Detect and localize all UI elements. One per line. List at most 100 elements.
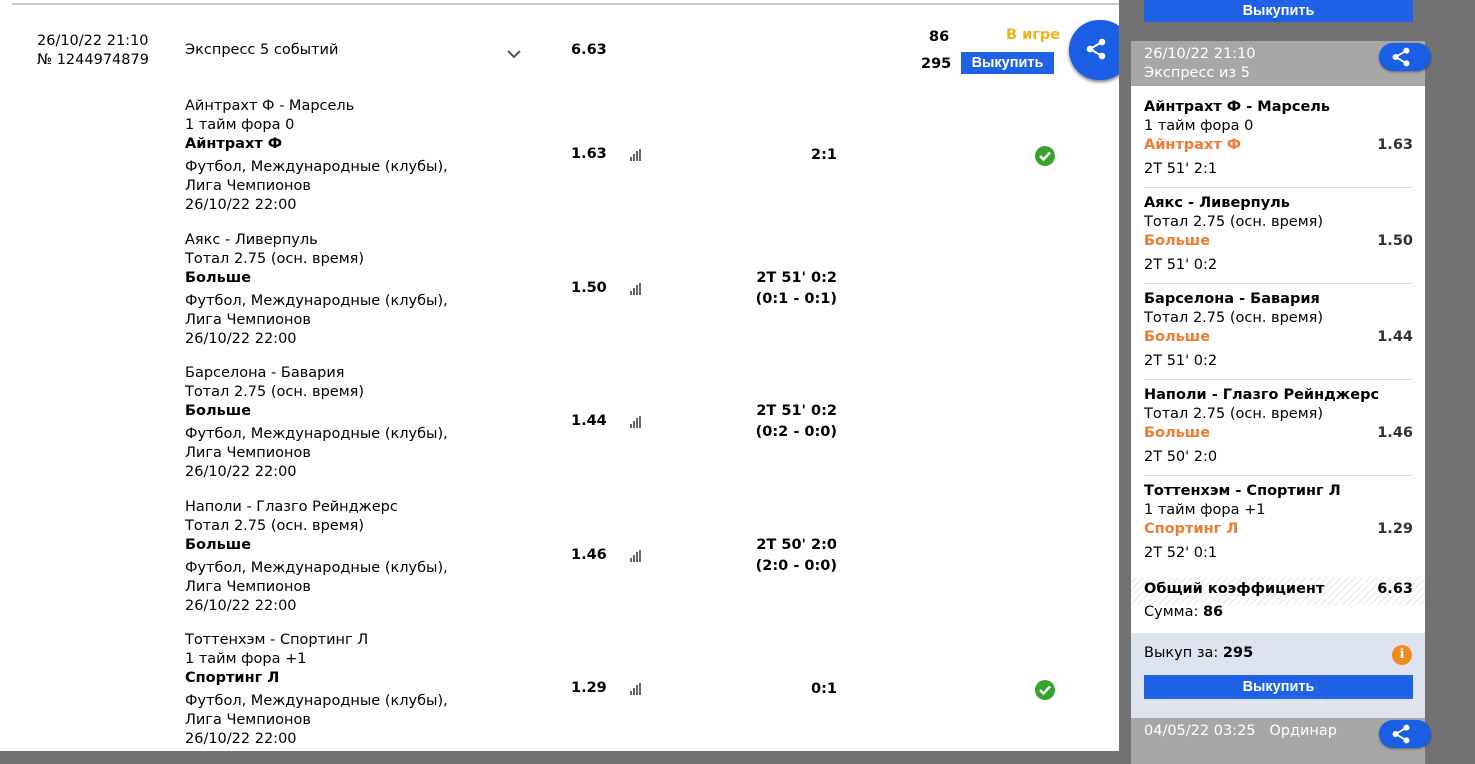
event-score-halves: (0:2 - 0:0) bbox=[755, 424, 837, 440]
next-card-datetime: 04/05/22 03:25 bbox=[1144, 723, 1256, 739]
leg-market: Тотал 2.75 (осн. время) bbox=[1144, 310, 1324, 326]
leg-odd: 1.63 bbox=[1377, 137, 1413, 153]
event-odd: 1.63 bbox=[571, 146, 607, 162]
event-market: Тотал 2.75 (осн. время) bbox=[185, 518, 365, 534]
leg-market: Тотал 2.75 (осн. время) bbox=[1144, 214, 1324, 230]
event-odd: 1.44 bbox=[571, 413, 607, 429]
event-date: 26/10/22 22:00 bbox=[185, 598, 297, 614]
buyout-area: Выкуп за: 295 i Выкупить bbox=[1131, 633, 1425, 718]
share-icon bbox=[1392, 47, 1410, 67]
share-button[interactable] bbox=[1069, 20, 1119, 80]
event-league: Футбол, Международные (клубы), bbox=[185, 693, 448, 709]
leg-match: Тоттенхэм - Спортинг Л bbox=[1144, 483, 1341, 499]
event-score: 2:1 bbox=[811, 145, 837, 166]
card-body: Айнтрахт Ф - Марсель 1 тайм фора 0 Айнтрах… bbox=[1131, 86, 1425, 633]
bet-number: № 1244974879 bbox=[37, 52, 149, 68]
event-odd: 1.50 bbox=[571, 280, 607, 296]
event-pick: Айнтрахт Ф bbox=[185, 136, 283, 152]
event-market: Тотал 2.75 (осн. время) bbox=[185, 251, 365, 267]
event-item: Наполи - Глазго Рейнджерс Тотал 2.75 (осн… bbox=[185, 498, 448, 616]
event-pick: Больше bbox=[185, 403, 252, 419]
event-market: 1 тайм фора 0 bbox=[185, 117, 295, 133]
leg-odd: 1.46 bbox=[1377, 425, 1413, 441]
check-icon bbox=[1035, 146, 1055, 166]
event-score-live: 2Т 50' 2:0 bbox=[756, 537, 837, 553]
leg-live-score: 2Т 51' 0:2 bbox=[1144, 257, 1218, 273]
slip-leg: Наполи - Глазго Рейнджерс Тотал 2.75 (осн… bbox=[1144, 386, 1413, 476]
leg-pick: Спортинг Л bbox=[1144, 521, 1239, 537]
event-score-final: 2:1 bbox=[811, 147, 837, 163]
leg-match: Айнтрахт Ф - Марсель bbox=[1144, 99, 1331, 115]
event-score-live: 2Т 51' 0:2 bbox=[756, 403, 837, 419]
slip-leg: Аякс - Ливерпуль Тотал 2.75 (осн. время) Б… bbox=[1144, 194, 1413, 284]
event-match: Наполи - Глазго Рейнджерс bbox=[185, 499, 398, 515]
event-score-final: 0:1 bbox=[811, 681, 837, 697]
leg-match: Наполи - Глазго Рейнджерс bbox=[1144, 387, 1380, 403]
card-datetime: 26/10/22 21:10 bbox=[1144, 46, 1256, 62]
buyout-for-label: Выкуп за: bbox=[1144, 645, 1219, 661]
event-odd: 1.29 bbox=[571, 680, 607, 696]
share-icon bbox=[1086, 38, 1106, 60]
leg-market: 1 тайм фора 0 bbox=[1144, 118, 1254, 134]
buyout-button[interactable]: Выкупить bbox=[961, 52, 1054, 74]
event-tournament: Лига Чемпионов bbox=[185, 312, 311, 328]
event-score-halves: (0:1 - 0:1) bbox=[755, 291, 837, 307]
event-score: 0:1 bbox=[811, 679, 837, 700]
bet-slip-panel: Выкупить 26/10/22 21:10 Экспресс из 5 Ай… bbox=[1131, 0, 1431, 764]
event-market: Тотал 2.75 (осн. время) bbox=[185, 384, 365, 400]
event-league: Футбол, Международные (клубы), bbox=[185, 426, 448, 442]
top-buyout-button[interactable]: Выкупить bbox=[1144, 0, 1413, 22]
bet-stake: 86 bbox=[929, 29, 950, 45]
event-match: Айнтрахт Ф - Марсель bbox=[185, 98, 355, 114]
event-pick: Спортинг Л bbox=[185, 670, 280, 686]
card-share-button[interactable] bbox=[1379, 43, 1431, 71]
leg-pick: Больше bbox=[1144, 329, 1211, 345]
next-card-header[interactable]: 04/05/22 03:25 Ординар bbox=[1131, 718, 1431, 764]
panel-buyout-button[interactable]: Выкупить bbox=[1144, 675, 1413, 699]
event-score-live: 2Т 51' 0:2 bbox=[756, 270, 837, 286]
bet-datetime: 26/10/22 21:10 bbox=[37, 33, 149, 49]
check-icon bbox=[1035, 680, 1055, 700]
event-item: Тоттенхэм - Спортинг Л 1 тайм фора +1 Спор… bbox=[185, 631, 448, 749]
leg-pick: Айнтрахт Ф bbox=[1144, 137, 1242, 153]
sum-value: 86 bbox=[1202, 604, 1224, 620]
leg-live-score: 2Т 51' 0:2 bbox=[1144, 353, 1218, 369]
stats-icon[interactable] bbox=[630, 550, 644, 562]
status-badge: В игре bbox=[1006, 27, 1061, 43]
top-divider bbox=[12, 3, 1119, 5]
bet-payout: 295 bbox=[921, 56, 952, 72]
event-league: Футбол, Международные (клубы), bbox=[185, 159, 448, 175]
event-score: 2Т 51' 0:2 (0:1 - 0:1) bbox=[756, 268, 837, 310]
stats-icon[interactable] bbox=[630, 683, 644, 695]
share-icon bbox=[1392, 724, 1410, 744]
total-odd-row: Общий коэффициент 6.63 bbox=[1131, 577, 1425, 605]
event-pick: Больше bbox=[185, 270, 252, 286]
info-icon[interactable]: i bbox=[1392, 645, 1412, 665]
slip-leg: Барселона - Бавария Тотал 2.75 (осн. врем… bbox=[1144, 290, 1413, 380]
bet-history-main: 26/10/22 21:10 № 1244974879 Экспресс 5 с… bbox=[0, 0, 1119, 751]
slip-leg: Айнтрахт Ф - Марсель 1 тайм фора 0 Айнтрах… bbox=[1144, 98, 1413, 188]
stats-icon[interactable] bbox=[630, 149, 644, 161]
event-tournament: Лига Чемпионов bbox=[185, 579, 311, 595]
bet-total-odd: 6.63 bbox=[571, 42, 607, 58]
event-match: Барселона - Бавария bbox=[185, 365, 345, 381]
leg-odd: 1.29 bbox=[1377, 521, 1413, 537]
leg-live-score: 2Т 51' 2:1 bbox=[1144, 161, 1218, 177]
chevron-down-icon[interactable] bbox=[507, 44, 521, 63]
leg-market: Тотал 2.75 (осн. время) bbox=[1144, 406, 1324, 422]
leg-live-score: 2Т 50' 2:0 bbox=[1144, 449, 1218, 465]
sum-row: Сумма: 86 bbox=[1144, 604, 1223, 620]
next-card-share-button[interactable] bbox=[1379, 720, 1431, 748]
stats-icon[interactable] bbox=[630, 416, 644, 428]
total-odd-value: 6.63 bbox=[1377, 581, 1413, 597]
event-date: 26/10/22 22:00 bbox=[185, 331, 297, 347]
event-odd: 1.46 bbox=[571, 547, 607, 563]
event-tournament: Лига Чемпионов bbox=[185, 712, 311, 728]
leg-live-score: 2Т 52' 0:1 bbox=[1144, 545, 1218, 561]
event-item: Айнтрахт Ф - Марсель 1 тайм фора 0 Айнтрах… bbox=[185, 97, 448, 215]
stats-icon[interactable] bbox=[630, 283, 644, 295]
leg-market: 1 тайм фора +1 bbox=[1144, 502, 1266, 518]
leg-odd: 1.44 bbox=[1377, 329, 1413, 345]
card-type: Экспресс из 5 bbox=[1144, 65, 1250, 81]
event-item: Аякс - Ливерпуль Тотал 2.75 (осн. время) Б… bbox=[185, 231, 448, 349]
